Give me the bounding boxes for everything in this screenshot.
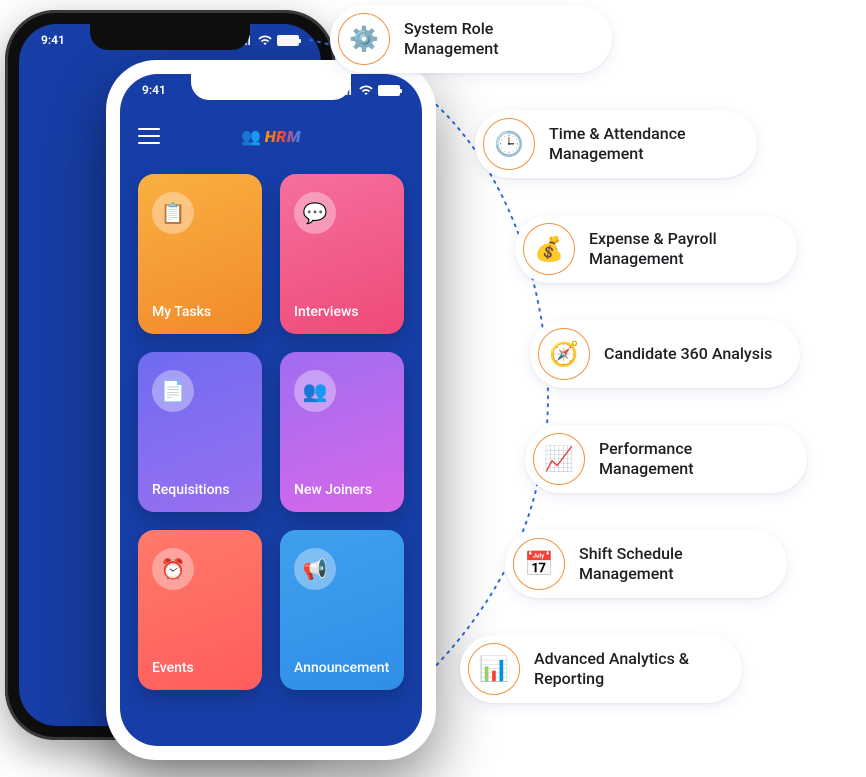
feature-label: Shift Schedule Management <box>579 544 759 584</box>
feature-candidate-360: 🧭 Candidate 360 Analysis <box>530 320 800 388</box>
clock-icon: 🕒 <box>483 118 535 170</box>
feature-label: System Role Management <box>404 19 584 59</box>
feature-performance: 📈 Performance Management <box>525 425 807 493</box>
menu-button[interactable] <box>138 128 160 144</box>
feature-system-role: ⚙️ System Role Management <box>330 5 612 73</box>
tile-my-tasks[interactable]: 📋 My Tasks <box>138 174 262 334</box>
feature-label: Candidate 360 Analysis <box>604 344 772 364</box>
feature-shift-schedule: 📅 Shift Schedule Management <box>505 530 787 598</box>
feature-list: ⚙️ System Role Management 🕒 Time & Atten… <box>330 5 855 775</box>
battery-icon <box>277 35 299 46</box>
wifi-icon <box>258 35 272 45</box>
clipboard-icon: 📋 <box>152 192 194 234</box>
feature-label: Performance Management <box>599 439 779 479</box>
feature-label: Expense & Payroll Management <box>589 229 769 269</box>
gear-icon: ⚙️ <box>338 13 390 65</box>
notch <box>191 74 351 100</box>
feature-label: Time & Attendance Management <box>549 124 729 164</box>
chart-icon: 📈 <box>533 433 585 485</box>
calendar-icon: 📅 <box>513 538 565 590</box>
feature-time-attendance: 🕒 Time & Attendance Management <box>475 110 757 178</box>
tile-requisitions[interactable]: 📄 Requisitions <box>138 352 262 512</box>
payroll-icon: 💰 <box>523 223 575 275</box>
tile-label: Requisitions <box>152 482 248 498</box>
notch <box>90 24 250 50</box>
tile-label: My Tasks <box>152 304 248 320</box>
clock-icon: ⏰ <box>152 548 194 590</box>
status-time: 9:41 <box>142 83 166 97</box>
compass-icon: 🧭 <box>538 328 590 380</box>
status-time: 9:41 <box>41 33 65 47</box>
tile-label: Events <box>152 660 248 676</box>
document-icon: 📄 <box>152 370 194 412</box>
feature-label: Advanced Analytics & Reporting <box>534 649 714 689</box>
feature-expense-payroll: 💰 Expense & Payroll Management <box>515 215 797 283</box>
feature-analytics: 📊 Advanced Analytics & Reporting <box>460 635 742 703</box>
analytics-icon: 📊 <box>468 643 520 695</box>
tile-events[interactable]: ⏰ Events <box>138 530 262 690</box>
